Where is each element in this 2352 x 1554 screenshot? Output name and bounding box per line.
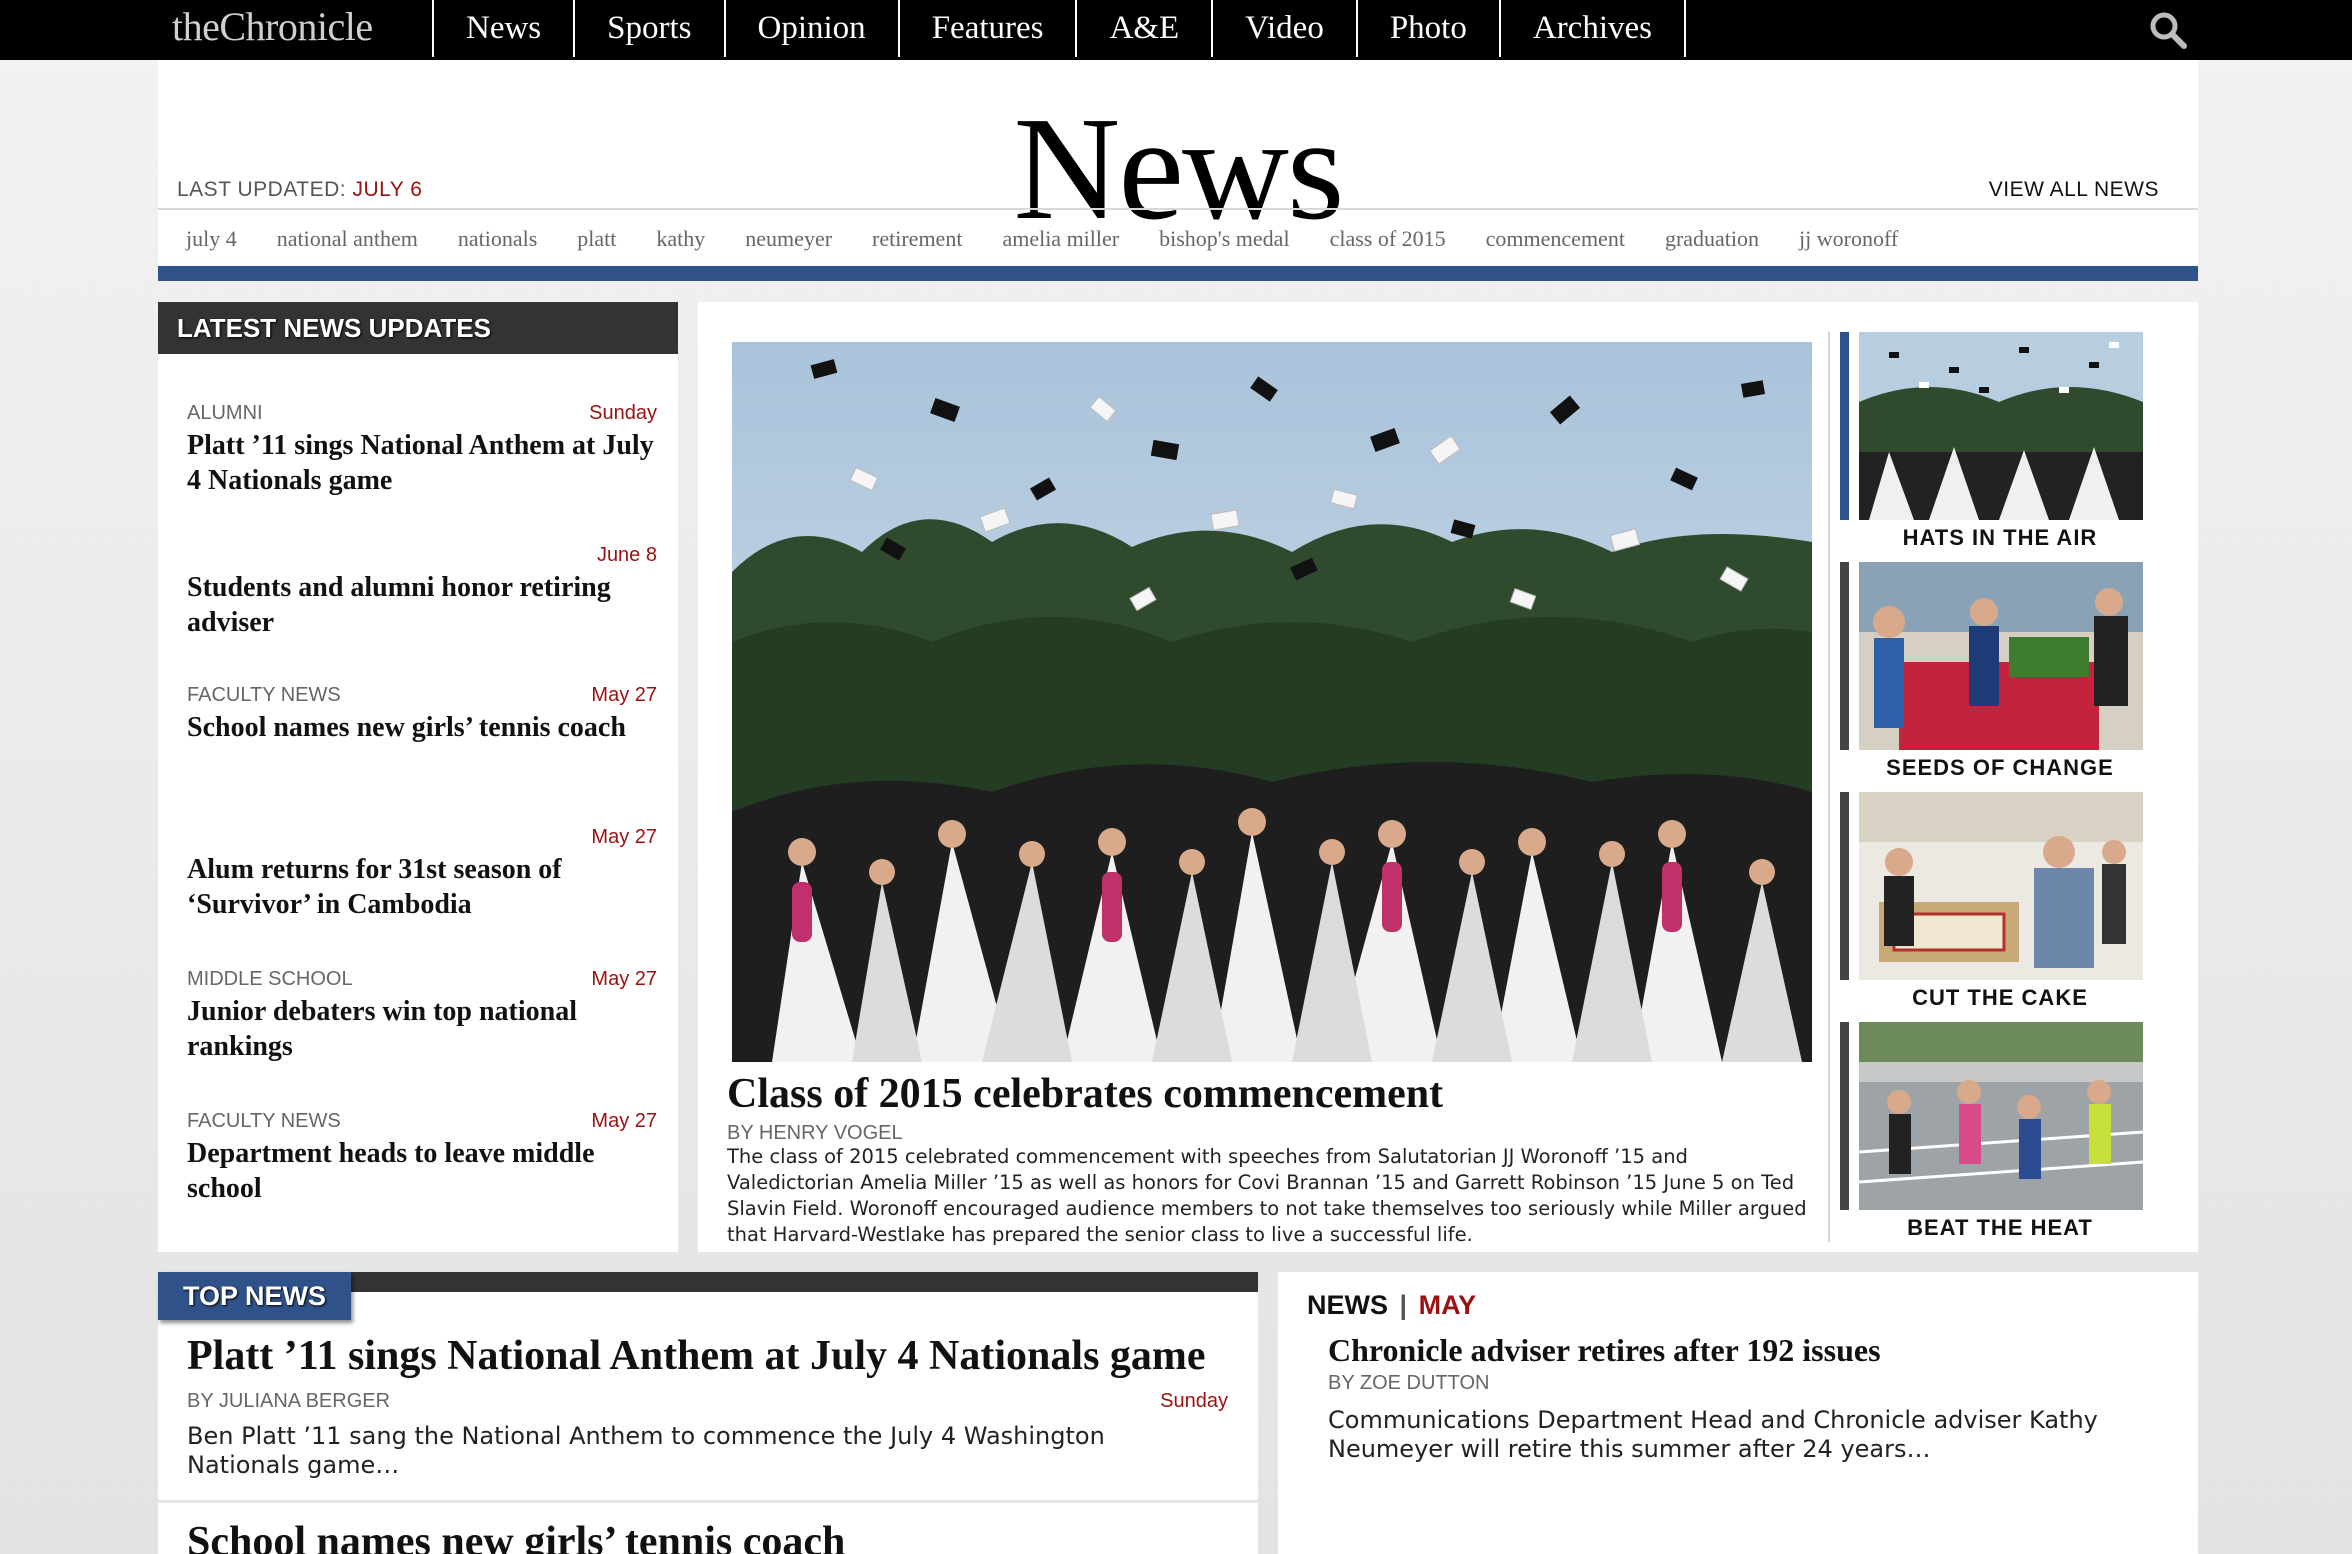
- thumbnail-indicator: [1840, 792, 1849, 980]
- item-title-link[interactable]: Students and alumni honor retiring advis…: [187, 570, 657, 640]
- thumbnail-image[interactable]: [1859, 792, 2143, 980]
- item-date: June 8: [596, 544, 657, 566]
- top-news-headline-link[interactable]: Platt ’11 sings National Anthem at July …: [187, 1332, 1206, 1380]
- nav-photo[interactable]: Photo: [1355, 0, 1499, 57]
- thumbnail-item[interactable]: CUT THE CAKE: [1840, 792, 2170, 1012]
- thumbnail-image[interactable]: [1859, 1022, 2143, 1210]
- thumbnail-indicator: [1840, 562, 1849, 750]
- thumbnail-image[interactable]: [1859, 562, 2143, 750]
- item-date: Sunday: [589, 402, 657, 424]
- nav-archives[interactable]: Archives: [1498, 0, 1686, 57]
- thumbnail-caption[interactable]: SEEDS OF CHANGE: [1840, 755, 2160, 781]
- main-nav: News Sports Opinion Features A&E Video P…: [432, 0, 1686, 57]
- tag-link[interactable]: class of 2015: [1330, 226, 1446, 252]
- item-title-link[interactable]: School names new girls’ tennis coach: [187, 710, 657, 745]
- news-may-label: NEWS: [1307, 1290, 1388, 1320]
- list-item: ALUMNI Sunday Platt ’11 sings National An…: [187, 400, 657, 498]
- nav-features[interactable]: Features: [897, 0, 1076, 57]
- item-title-link[interactable]: Platt ’11 sings National Anthem at July …: [187, 428, 657, 498]
- thumbnail-item[interactable]: BEAT THE HEAT: [1840, 1022, 2170, 1242]
- tag-link[interactable]: commencement: [1486, 226, 1625, 252]
- thumbnail-caption[interactable]: BEAT THE HEAT: [1840, 1215, 2160, 1241]
- item-category[interactable]: ALUMNI: [187, 402, 263, 425]
- tag-link[interactable]: platt: [577, 226, 616, 252]
- nav-video[interactable]: Video: [1211, 0, 1356, 57]
- tag-link[interactable]: national anthem: [277, 226, 418, 252]
- news-may-month: MAY: [1418, 1290, 1477, 1320]
- view-all-news-link[interactable]: VIEW ALL NEWS: [1989, 178, 2159, 202]
- divider: [158, 1500, 1258, 1503]
- news-may-heading: NEWS | MAY: [1307, 1290, 1476, 1321]
- last-updated-date: JULY 6: [352, 178, 423, 201]
- search-icon[interactable]: [2148, 10, 2188, 50]
- latest-news-panel: LATEST NEWS UPDATES ALUMNI Sunday Platt ’…: [158, 302, 678, 1252]
- item-title-link[interactable]: Alum returns for 31st season of ‘Survivo…: [187, 852, 657, 922]
- tag-link[interactable]: bishop's medal: [1159, 226, 1289, 252]
- tag-link[interactable]: july 4: [186, 226, 237, 252]
- list-item: June 8 Students and alumni honor retirin…: [187, 542, 657, 640]
- list-item: May 27 Alum returns for 31st season of ‘…: [187, 824, 657, 922]
- nav-news[interactable]: News: [432, 0, 573, 57]
- top-news-headline-link[interactable]: School names new girls’ tennis coach: [187, 1518, 845, 1554]
- section-header: News LAST UPDATED: JULY 6 VIEW ALL NEWS …: [158, 60, 2198, 280]
- heading-separator: |: [1399, 1290, 1408, 1320]
- feature-photo[interactable]: [732, 342, 1812, 1062]
- item-date: May 27: [591, 968, 657, 990]
- top-news-summary: Ben Platt ’11 sang the National Anthem t…: [187, 1422, 1105, 1479]
- active-indicator: [1840, 332, 1849, 520]
- latest-news-heading: LATEST NEWS UPDATES: [158, 302, 678, 354]
- tag-link[interactable]: graduation: [1665, 226, 1759, 252]
- top-news-tab: TOP NEWS: [158, 1272, 351, 1320]
- nav-opinion[interactable]: Opinion: [723, 0, 898, 57]
- item-title-link[interactable]: Junior debaters win top national ranking…: [187, 994, 657, 1064]
- list-item: FACULTY NEWS May 27 Department heads to l…: [187, 1108, 657, 1206]
- item-date: May 27: [591, 684, 657, 706]
- tag-link[interactable]: nationals: [458, 226, 537, 252]
- item-category[interactable]: MIDDLE SCHOOL: [187, 968, 353, 991]
- list-item: MIDDLE SCHOOL May 27 Junior debaters win …: [187, 966, 657, 1064]
- top-nav-bar: theChronicle News Sports Opinion Feature…: [0, 0, 2352, 60]
- last-updated-label: LAST UPDATED:: [177, 178, 347, 201]
- item-category[interactable]: FACULTY NEWS: [187, 684, 341, 707]
- top-news-byline: BY JULIANA BERGER: [187, 1390, 391, 1412]
- item-title-link[interactable]: Department heads to leave middle school: [187, 1136, 657, 1206]
- last-updated: LAST UPDATED: JULY 6: [177, 178, 422, 202]
- news-may-panel: NEWS | MAY Chronicle adviser retires aft…: [1278, 1272, 2198, 1554]
- thumbnail-item[interactable]: SEEDS OF CHANGE: [1840, 562, 2170, 782]
- top-news-date: Sunday: [1160, 1390, 1228, 1412]
- item-date: May 27: [591, 1110, 657, 1132]
- top-news-panel: TOP NEWS Platt ’11 sings National Anthem…: [158, 1272, 1258, 1554]
- item-category[interactable]: FACULTY NEWS: [187, 1110, 341, 1133]
- thumbnail-caption[interactable]: CUT THE CAKE: [1840, 985, 2160, 1011]
- tag-link[interactable]: retirement: [872, 226, 962, 252]
- tag-link[interactable]: jj woronoff: [1799, 226, 1898, 252]
- tag-list: july 4 national anthem nationals platt k…: [186, 226, 1938, 252]
- thumbnail-item[interactable]: HATS IN THE AIR: [1840, 332, 2170, 552]
- site-logo[interactable]: theChronicle: [172, 0, 373, 57]
- news-may-summary: Communications Department Head and Chron…: [1328, 1406, 2098, 1463]
- tag-link[interactable]: neumeyer: [745, 226, 832, 252]
- list-item: FACULTY NEWS May 27 School names new girl…: [187, 682, 657, 745]
- feature-story: Class of 2015 celebrates commencement BY…: [698, 302, 2198, 1252]
- feature-headline-link[interactable]: Class of 2015 celebrates commencement: [727, 1070, 1443, 1118]
- news-may-headline-link[interactable]: Chronicle adviser retires after 192 issu…: [1328, 1332, 1881, 1369]
- feature-summary: The class of 2015 celebrated commencemen…: [727, 1145, 1807, 1246]
- nav-ae[interactable]: A&E: [1075, 0, 1211, 57]
- tag-link[interactable]: kathy: [656, 226, 705, 252]
- tag-link[interactable]: amelia miller: [1002, 226, 1119, 252]
- news-may-byline: BY ZOE DUTTON: [1328, 1372, 1490, 1394]
- nav-sports[interactable]: Sports: [573, 0, 723, 57]
- item-date: May 27: [591, 826, 657, 848]
- accent-rule: [158, 266, 2198, 281]
- divider: [158, 208, 2198, 210]
- thumbnail-caption[interactable]: HATS IN THE AIR: [1840, 525, 2160, 551]
- thumbnail-indicator: [1840, 1022, 1849, 1210]
- divider: [1828, 332, 1830, 1242]
- thumbnail-image[interactable]: [1859, 332, 2143, 520]
- feature-byline: BY HENRY VOGEL: [727, 1122, 903, 1144]
